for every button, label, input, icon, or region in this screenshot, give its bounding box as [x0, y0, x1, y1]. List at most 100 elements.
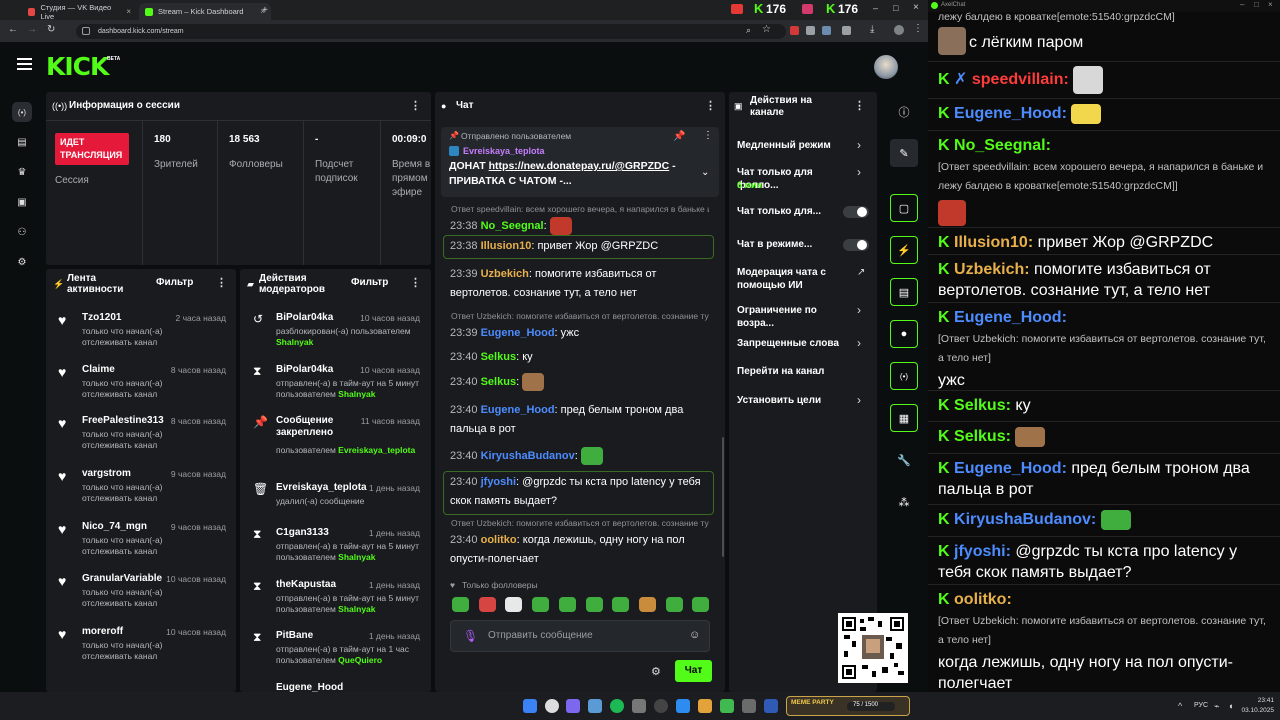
pinned-user[interactable]: Evreiskaya_teplota: [463, 146, 545, 156]
mod-action-item[interactable]: ⧗ theKapustaa 1 день назад отправлен(-а) в …: [240, 577, 430, 625]
chat-emote[interactable]: [549, 217, 572, 236]
mod-action-target[interactable]: BiPolar04ka: [276, 312, 333, 323]
app-icon[interactable]: [764, 699, 778, 713]
quick-emote[interactable]: [585, 597, 603, 612]
mod-filter-button[interactable]: Фильтр: [351, 277, 388, 288]
mod-action-target[interactable]: Сообщение закреплено: [276, 415, 346, 439]
chat-username[interactable]: Selkus: [481, 376, 516, 388]
moderator-name[interactable]: Evreiskaya_teplota: [338, 445, 415, 455]
unpin-icon[interactable]: 📌: [673, 131, 685, 142]
chevron-right-icon[interactable]: ›: [857, 336, 861, 350]
channel-action-item[interactable]: Чат в режиме...: [729, 238, 877, 264]
back-icon[interactable]: ←: [8, 24, 18, 35]
quick-emote[interactable]: [638, 597, 656, 612]
chat-emote[interactable]: [580, 447, 603, 466]
chevron-down-icon[interactable]: ⌄: [701, 167, 709, 178]
chevron-right-icon[interactable]: ›: [857, 165, 861, 179]
moderator-name[interactable]: Shalnyak: [338, 389, 375, 399]
quick-emote[interactable]: [692, 597, 710, 612]
extension-icon[interactable]: [806, 26, 815, 35]
reload-icon[interactable]: ↻: [47, 24, 55, 35]
more-menu-icon[interactable]: ⋮: [913, 23, 923, 34]
chat-username[interactable]: Uzbekich: [481, 268, 529, 280]
steam-icon[interactable]: [588, 699, 602, 713]
spotify-icon[interactable]: [610, 699, 624, 713]
extension-icon[interactable]: [790, 26, 799, 35]
close-tab-icon[interactable]: ×: [126, 7, 131, 16]
start-icon[interactable]: [523, 699, 537, 713]
app-icon[interactable]: [632, 699, 646, 713]
moderator-name[interactable]: QueQuiero: [338, 655, 382, 665]
quick-emote[interactable]: [612, 597, 630, 612]
note-icon[interactable]: ▤: [890, 278, 918, 306]
stream-nav-icon[interactable]: (•): [12, 102, 32, 122]
obs-icon[interactable]: [654, 699, 668, 713]
activity-user[interactable]: Nico_74_mgn: [82, 521, 147, 532]
site-info-icon[interactable]: [82, 27, 90, 35]
clock-time[interactable]: 23:41: [1244, 697, 1274, 704]
url-bar[interactable]: dashboard.kick.com/stream: [76, 24, 786, 39]
moderator-name[interactable]: Shalnyak: [338, 552, 375, 562]
quick-emote[interactable]: [665, 597, 683, 612]
moderator-name[interactable]: Shalnyak: [338, 604, 375, 614]
external-link-icon[interactable]: ↗: [857, 267, 865, 278]
app-icon[interactable]: [742, 699, 756, 713]
layout-icon[interactable]: ▦: [890, 404, 918, 432]
volume-icon[interactable]: ◖: [1228, 701, 1233, 711]
mod-action-target[interactable]: PitBane: [276, 630, 313, 641]
bookmark-star-icon[interactable]: ☆: [762, 24, 771, 35]
mod-action-item[interactable]: 🗑 Evreiskaya_teplota 1 день назад удалил(-а…: [240, 480, 430, 528]
chat-emote[interactable]: [522, 373, 545, 392]
analytics-nav-icon[interactable]: ▤: [12, 132, 32, 152]
hamburger-icon[interactable]: [17, 58, 32, 70]
reply-context[interactable]: Ответ Uzbekich: помогите избавиться от в…: [451, 518, 709, 528]
activity-item[interactable]: ♥ vargstrom 9 часов назад только что начал(…: [46, 466, 236, 514]
mod-menu-icon[interactable]: ⋮: [410, 276, 421, 289]
tab-vk-video[interactable]: Студия — VK Видео Live ×: [22, 3, 137, 21]
app-icon[interactable]: [720, 699, 734, 713]
moderation-nav-icon[interactable]: ▣: [12, 192, 32, 212]
activity-item[interactable]: ♥ Nico_74_mgn 9 часов назад только что нача…: [46, 519, 236, 567]
tab-kick-dashboard[interactable]: Stream – Kick Dashboard ×: [139, 3, 271, 20]
channel-action-item[interactable]: Чат только для...: [729, 205, 877, 231]
chat-settings-icon[interactable]: ⚙: [651, 665, 661, 678]
reply-context[interactable]: Ответ speedvillain: всем хорошего вечера…: [451, 204, 709, 214]
toggle-switch[interactable]: [843, 206, 869, 218]
pinned-menu-icon[interactable]: ⋮: [703, 130, 713, 141]
chat-username[interactable]: Eugene_Hood: [481, 404, 555, 416]
chat-username[interactable]: jfyoshi: [481, 476, 516, 488]
chevron-right-icon[interactable]: ›: [857, 138, 861, 152]
app-icon[interactable]: [566, 699, 580, 713]
maximize-icon[interactable]: □: [1254, 0, 1259, 9]
chat-username[interactable]: oolitko: [481, 534, 517, 546]
mod-action-item[interactable]: ⧗ PitBane 1 день назад отправлен(-а) в тайм…: [240, 628, 430, 676]
minimize-icon[interactable]: –: [1240, 0, 1244, 9]
channel-action-item[interactable]: Установить цели ›: [729, 393, 877, 420]
emoji-icon[interactable]: ☺: [689, 629, 700, 641]
chrome-icon[interactable]: [545, 699, 559, 713]
mod-action-item[interactable]: ↺ BiPolar04ka 10 часов назад разблокирован(…: [240, 310, 430, 358]
forward-icon[interactable]: →: [27, 24, 37, 35]
chat-username[interactable]: Selkus: [481, 351, 516, 363]
moderator-name[interactable]: Shalnyak: [276, 337, 313, 347]
chat-username[interactable]: Illusion10: [481, 240, 532, 252]
quick-emote[interactable]: [478, 597, 496, 612]
channel-action-item[interactable]: Запрещенные слова ›: [729, 336, 877, 363]
screen-icon[interactable]: ▢: [890, 194, 918, 222]
new-tab-button[interactable]: +: [262, 5, 268, 16]
puzzle-icon[interactable]: [842, 26, 851, 35]
folder-icon[interactable]: [698, 699, 712, 713]
settings-nav-icon[interactable]: ⚙: [12, 252, 32, 272]
mod-action-item[interactable]: Eugene_Hood: [240, 680, 430, 692]
activity-user[interactable]: Tzo1201: [82, 312, 121, 323]
minimize-icon[interactable]: –: [873, 3, 878, 13]
toggle-switch[interactable]: [843, 239, 869, 251]
activity-filter-button[interactable]: Фильтр: [156, 277, 193, 288]
wrench-icon[interactable]: 🔧: [890, 446, 918, 474]
activity-item[interactable]: ♥ moreroff 10 часов назад только что начал(…: [46, 624, 236, 672]
tray-chevron-icon[interactable]: ^: [1178, 701, 1182, 711]
session-menu-icon[interactable]: ⋮: [410, 99, 421, 112]
channel-action-item[interactable]: Медленный режим ›: [729, 138, 877, 165]
activity-user[interactable]: moreroff: [82, 626, 123, 637]
chevron-right-icon[interactable]: ›: [857, 393, 861, 407]
